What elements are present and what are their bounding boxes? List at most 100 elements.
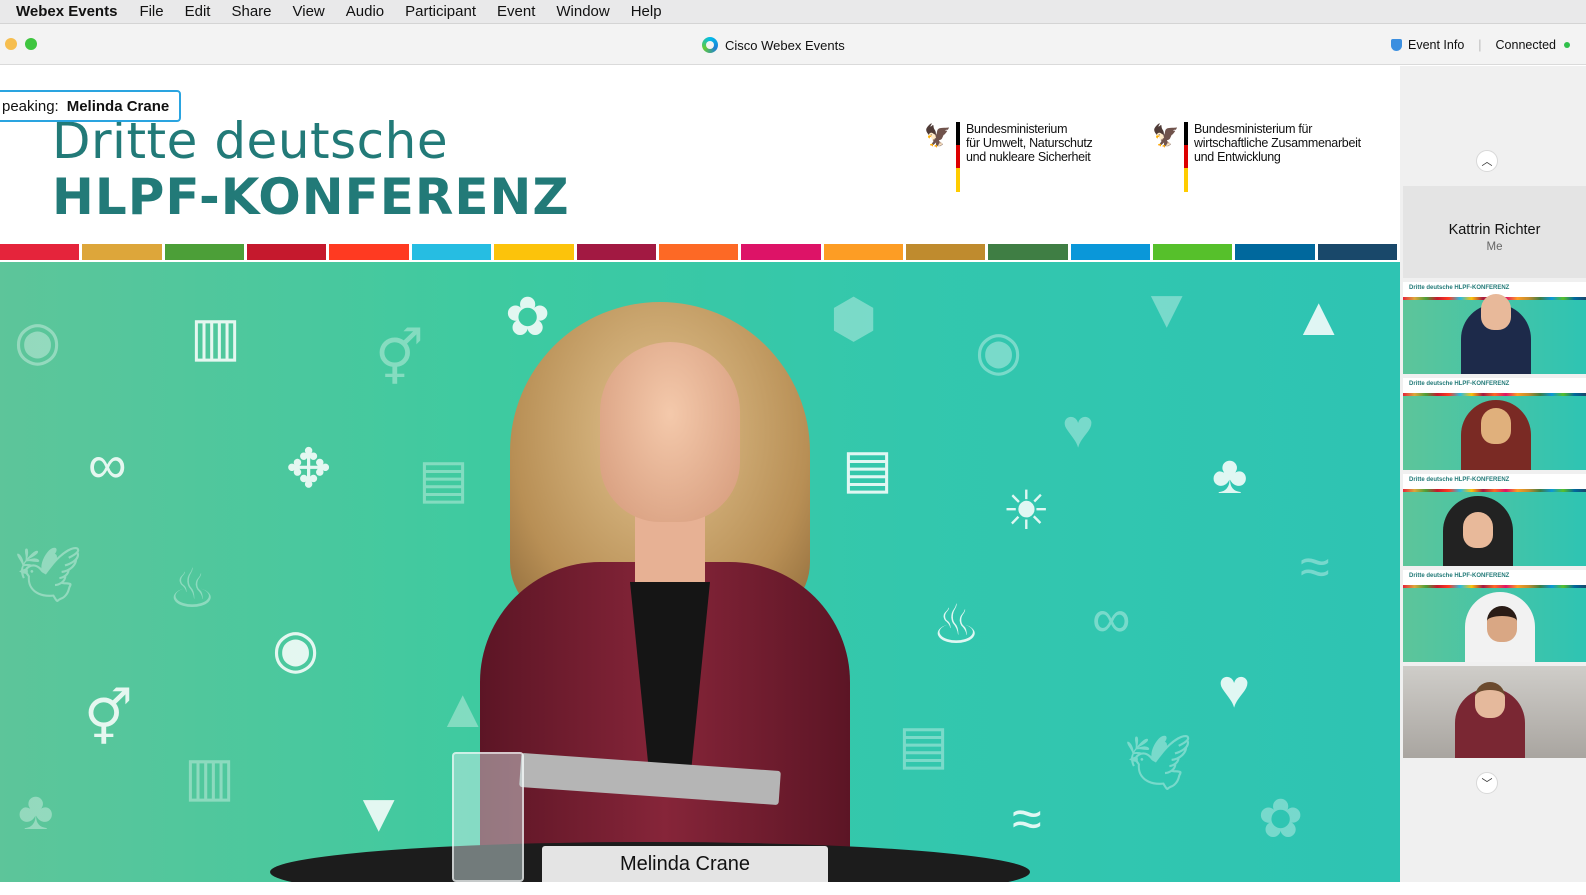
- sdg-stripe: [82, 244, 162, 260]
- participant-tile[interactable]: Dritte deutsche HLPF-KONFERENZ: [1403, 378, 1586, 470]
- water-icon: ▼: [1140, 279, 1194, 339]
- minimize-button[interactable]: [5, 38, 17, 50]
- menu-audio[interactable]: Audio: [346, 3, 384, 20]
- water-icon: ▼: [352, 783, 406, 843]
- participant-tile[interactable]: Dritte deutsche HLPF-KONFERENZ: [1403, 570, 1586, 662]
- dove-icon: 🕊: [1124, 733, 1193, 793]
- participant-tile[interactable]: Dritte deutsche HLPF-KONFERENZ: [1403, 282, 1586, 374]
- thumb-banner: Dritte deutsche HLPF-KONFERENZ: [1403, 474, 1586, 492]
- app-menu[interactable]: Webex Events: [16, 3, 117, 20]
- conference-banner: Dritte deutsche HLPF-KONFERENZ 🦅 Bundesm…: [0, 66, 1400, 244]
- heartbeat-icon: ♥: [1062, 399, 1095, 459]
- thumb-banner-text: Dritte deutsche HLPF-KONFERENZ: [1409, 477, 1510, 483]
- sdg-stripe: [905, 244, 986, 260]
- heartbeat-icon: ♥: [1218, 659, 1251, 719]
- speaker-name-tag: Melinda Crane: [542, 846, 828, 882]
- menu-bar: Webex Events File Edit Share View Audio …: [0, 0, 1586, 24]
- menu-participant[interactable]: Participant: [405, 3, 476, 20]
- growth-chart-icon: ▲: [1292, 287, 1346, 347]
- participant-tile[interactable]: [1403, 666, 1586, 758]
- german-flag-bar: [1184, 122, 1188, 192]
- sdg-stripe: [658, 244, 739, 260]
- gender-equality-icon: ⚥: [84, 689, 133, 749]
- sdg-stripe: [494, 244, 574, 260]
- book-icon: ▤: [842, 439, 894, 499]
- scroll-up-button[interactable]: ︿: [1476, 150, 1498, 172]
- city-icon: ▥: [190, 307, 242, 367]
- bowl-icon: ♨: [932, 595, 981, 655]
- chevron-down-icon: ﹀: [1481, 778, 1493, 790]
- eye-icon: ◉: [14, 311, 62, 371]
- ministry-logo-bmu: 🦅 Bundesministerium für Umwelt, Natursch…: [924, 122, 1093, 192]
- eye-icon: ◉: [272, 619, 320, 679]
- chevron-up-icon: ︿: [1481, 156, 1493, 168]
- bowl-icon: ♨: [168, 559, 217, 619]
- ministry-bmu-text: Bundesministerium für Umwelt, Naturschut…: [966, 122, 1093, 164]
- participant-head: [1463, 512, 1493, 548]
- webex-logo-icon: [702, 37, 718, 53]
- sdg-stripe: [1317, 244, 1398, 260]
- ministry-bmz-text: Bundesministerium für wirtschaftliche Zu…: [1194, 122, 1361, 164]
- sdg-stripe: [1070, 244, 1151, 260]
- participant-tile[interactable]: Dritte deutsche HLPF-KONFERENZ: [1403, 474, 1586, 566]
- menu-file[interactable]: File: [139, 3, 163, 20]
- scroll-down-button[interactable]: ﹀: [1476, 772, 1498, 794]
- fullscreen-button[interactable]: [25, 38, 37, 50]
- infinity-icon: ∞: [88, 435, 127, 495]
- shield-icon: [1390, 39, 1402, 51]
- self-label: Me: [1486, 241, 1503, 253]
- sdg-stripe: [823, 244, 903, 260]
- book-icon: ▤: [898, 715, 950, 775]
- connection-status: Connected: [1495, 38, 1556, 52]
- menu-help[interactable]: Help: [631, 3, 662, 20]
- sdg-stripe: [411, 244, 492, 260]
- cubes-icon: ⬢: [830, 289, 878, 349]
- active-speaker-indicator: peaking: Melinda Crane: [0, 90, 182, 122]
- flower-icon: ✿: [1258, 789, 1304, 849]
- self-name: Kattrin Richter: [1448, 222, 1541, 238]
- menu-window[interactable]: Window: [556, 3, 609, 20]
- thumb-banner-text: Dritte deutsche HLPF-KONFERENZ: [1409, 285, 1510, 291]
- sdg-stripe: [1235, 244, 1315, 260]
- main-video-stage[interactable]: Dritte deutsche HLPF-KONFERENZ 🦅 Bundesm…: [0, 66, 1400, 882]
- window-title-text: Cisco Webex Events: [725, 37, 845, 53]
- dove-icon: 🕊: [14, 545, 83, 605]
- conference-title-line2: HLPF-KONFERENZ: [52, 168, 570, 226]
- flower-icon: ✿: [505, 287, 551, 347]
- infinity-icon: ∞: [1092, 589, 1131, 649]
- sdg-stripe: [0, 244, 80, 260]
- self-view-tile[interactable]: Kattrin Richter Me: [1403, 186, 1586, 278]
- gender-equality-icon: ⚥: [375, 329, 424, 389]
- thumb-banner-text: Dritte deutsche HLPF-KONFERENZ: [1409, 573, 1510, 579]
- sdg-stripe: [247, 244, 327, 260]
- speaking-label: peaking:: [2, 97, 59, 115]
- city-icon: ▥: [184, 747, 236, 807]
- sdg-color-bar: [0, 244, 1400, 260]
- fish-icon: ≈: [1012, 789, 1042, 849]
- federal-eagle-icon: 🦅: [924, 123, 952, 148]
- sdg-stripe: [1153, 244, 1233, 260]
- menu-share[interactable]: Share: [231, 3, 271, 20]
- ministry-logo-bmz: 🦅 Bundesministerium für wirtschaftliche …: [1152, 122, 1361, 192]
- menu-event[interactable]: Event: [497, 3, 535, 20]
- federal-eagle-icon: 🦅: [1152, 123, 1180, 148]
- book-icon: ▤: [418, 449, 470, 509]
- eye-icon: ◉: [975, 321, 1023, 381]
- menu-view[interactable]: View: [293, 3, 325, 20]
- thumb-banner: Dritte deutsche HLPF-KONFERENZ: [1403, 378, 1586, 396]
- window-titlebar: Cisco Webex Events Event Info | Connecte…: [0, 24, 1586, 65]
- event-info-button[interactable]: Event Info: [1408, 38, 1464, 52]
- header-right: Event Info | Connected: [1390, 38, 1570, 52]
- sdg-stripe: [164, 244, 245, 260]
- participant-head: [1487, 606, 1517, 642]
- sdg-stripe: [329, 244, 409, 260]
- participant-head: [1481, 294, 1511, 330]
- sdg-stripe: [576, 244, 656, 260]
- connected-dot-icon: [1564, 42, 1570, 48]
- sdg-stripe: [741, 244, 821, 260]
- window-title: Cisco Webex Events: [702, 37, 845, 53]
- menu-edit[interactable]: Edit: [185, 3, 211, 20]
- arrows-icon: ✥: [286, 439, 332, 499]
- sun-icon: ☀: [1002, 481, 1051, 541]
- fish-icon: ≈: [1300, 537, 1330, 597]
